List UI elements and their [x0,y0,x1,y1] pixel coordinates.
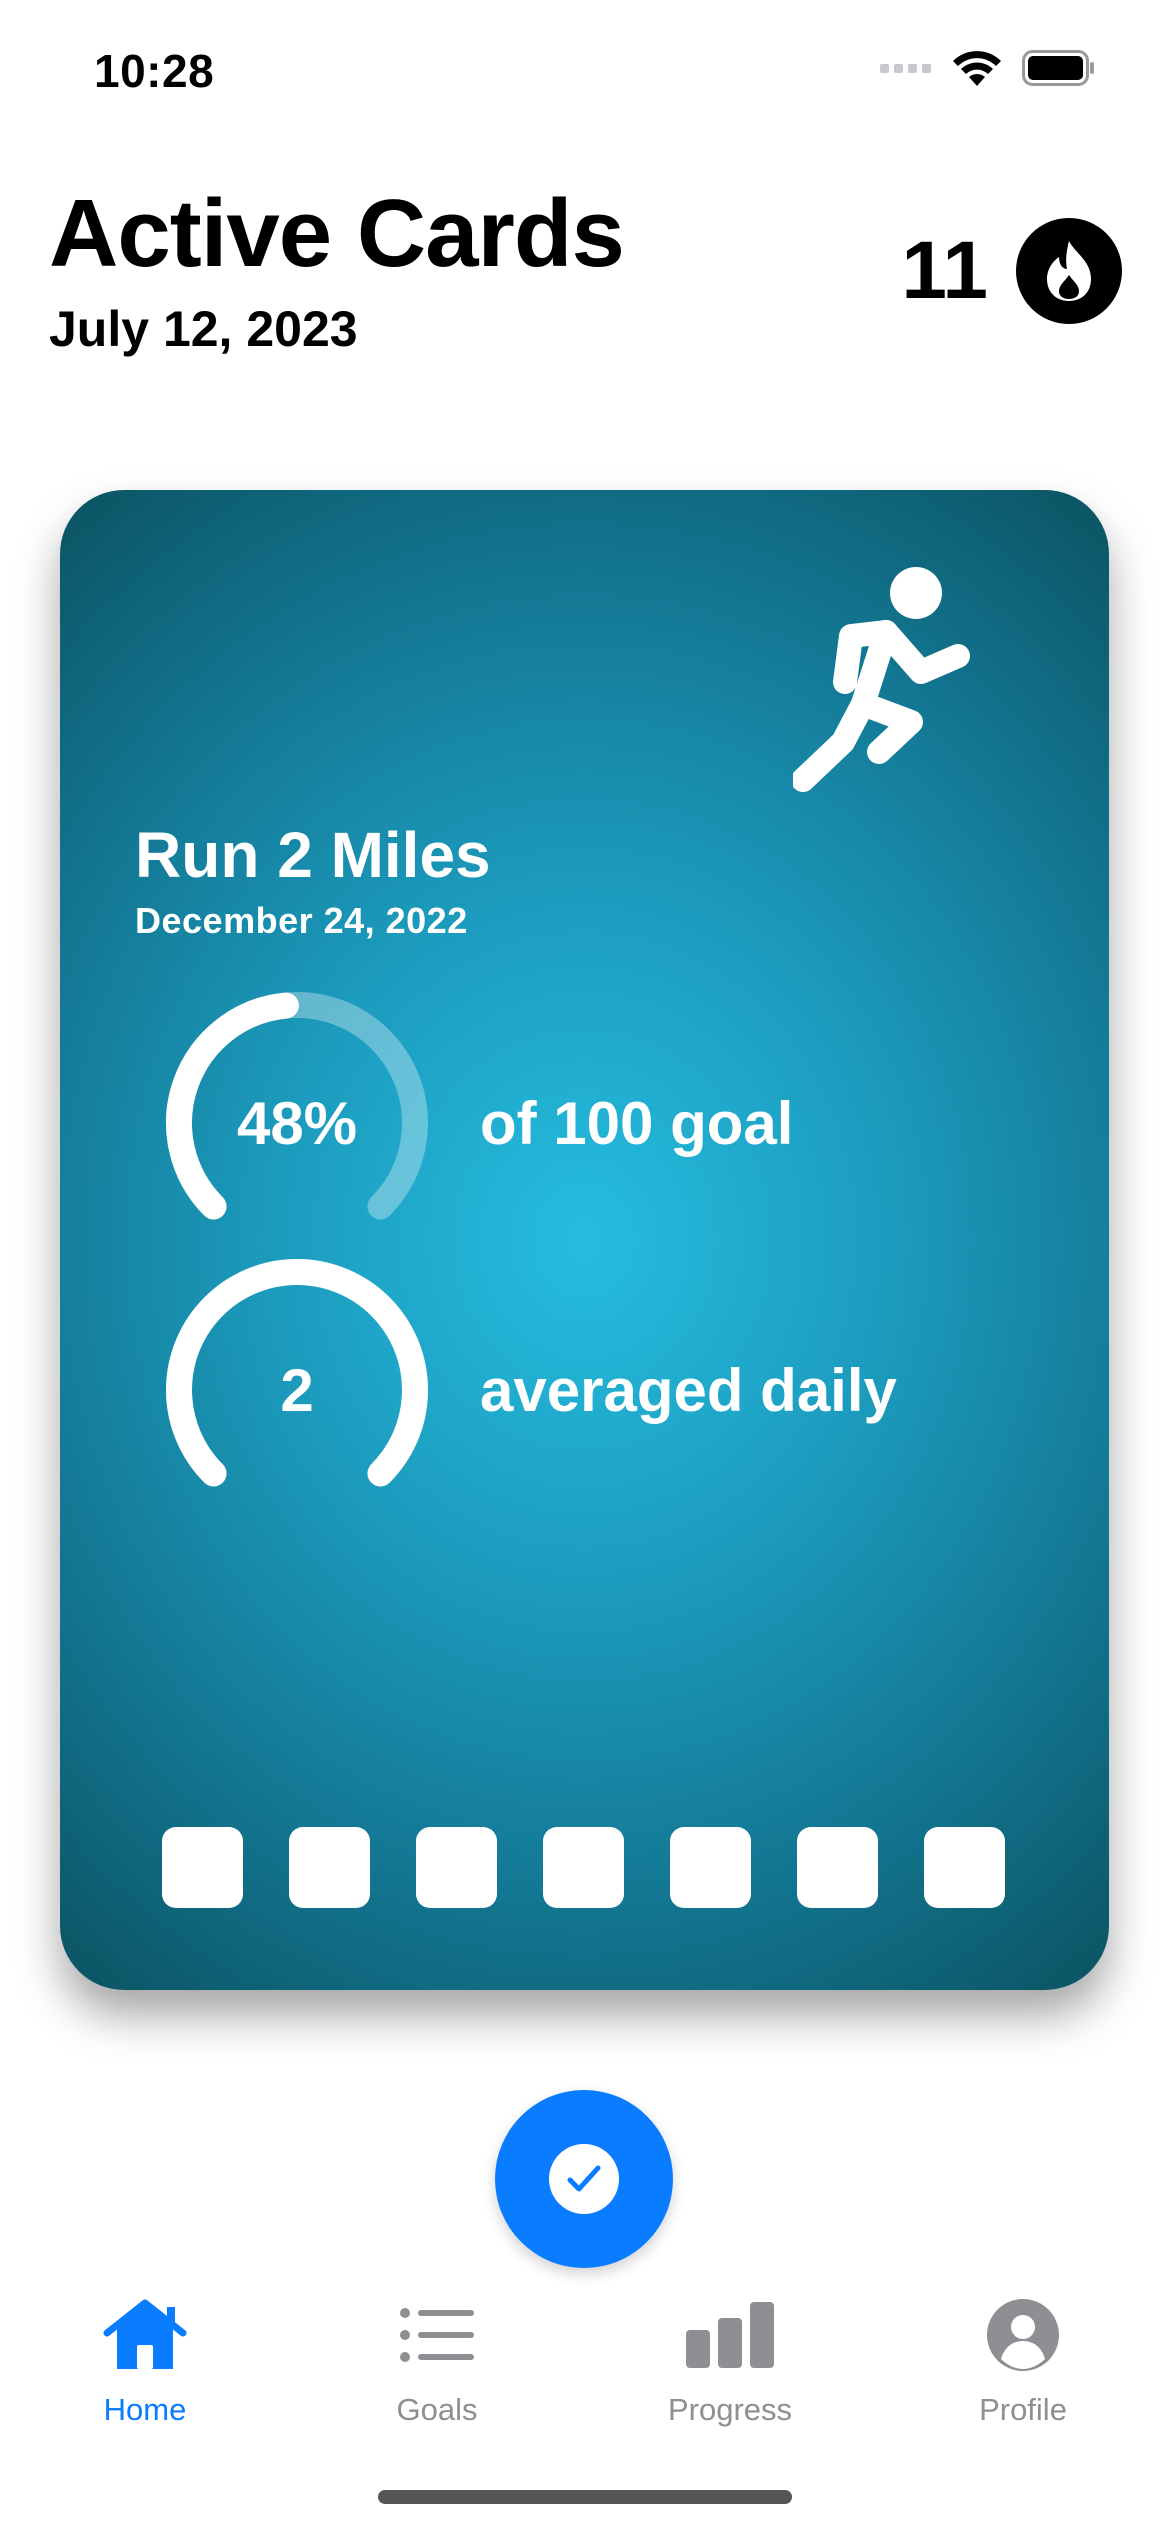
status-time: 10:28 [94,45,215,97]
day-checkbox[interactable] [289,1827,370,1908]
status-icons [880,50,1096,86]
day-checkbox[interactable] [797,1827,878,1908]
day-checkbox[interactable] [416,1827,497,1908]
person-icon [978,2290,1068,2380]
tab-label: Home [103,2392,187,2427]
tab-label: Goals [396,2392,478,2427]
flame-icon [1047,241,1091,301]
checkmark-icon [567,2165,601,2192]
tab-goals[interactable]: Goals [337,2290,537,2428]
tab-home[interactable]: Home [45,2290,245,2428]
flame-badge [1016,218,1122,324]
page-date: July 12, 2023 [49,301,358,357]
day-checkbox[interactable] [924,1827,1005,1908]
tab-profile[interactable]: Profile [923,2290,1123,2428]
checkmark-badge [549,2144,619,2214]
daily-average-row: 2 averaged daily [164,1257,1064,1537]
day-checkboxes [162,1827,1005,1908]
day-checkbox[interactable] [670,1827,751,1908]
list-icon [392,2290,482,2380]
goal-progress-row: 48% of 100 goal [164,990,1064,1270]
home-indicator[interactable] [378,2490,792,2504]
tab-label: Profile [979,2392,1067,2427]
page-title: Active Cards [49,180,625,287]
day-checkbox[interactable] [543,1827,624,1908]
goal-progress-value: 48% [236,1089,358,1157]
complete-button[interactable] [495,2090,673,2268]
wifi-icon [953,51,1001,86]
card-title: Run 2 Miles [135,819,491,891]
cellular-signal-icon [880,64,931,73]
daily-average-label: averaged daily [480,1356,897,1424]
day-checkbox[interactable] [162,1827,243,1908]
active-card[interactable]: Run 2 Miles December 24, 2022 48% of 100… [60,490,1109,1990]
streak-count: 11 [901,225,988,316]
tab-progress[interactable]: Progress [630,2290,830,2428]
battery-icon [1022,50,1094,86]
streak-counter[interactable]: 11 [901,218,1122,324]
card-date: December 24, 2022 [135,900,468,941]
figure-run-icon [793,567,970,792]
daily-average-value: 2 [280,1356,314,1424]
chart-bar-icon [685,2290,775,2380]
status-bar: 10:28 [0,0,1170,140]
house-icon [100,2290,190,2380]
tab-label: Progress [667,2392,793,2427]
goal-progress-label: of 100 goal [480,1089,794,1157]
